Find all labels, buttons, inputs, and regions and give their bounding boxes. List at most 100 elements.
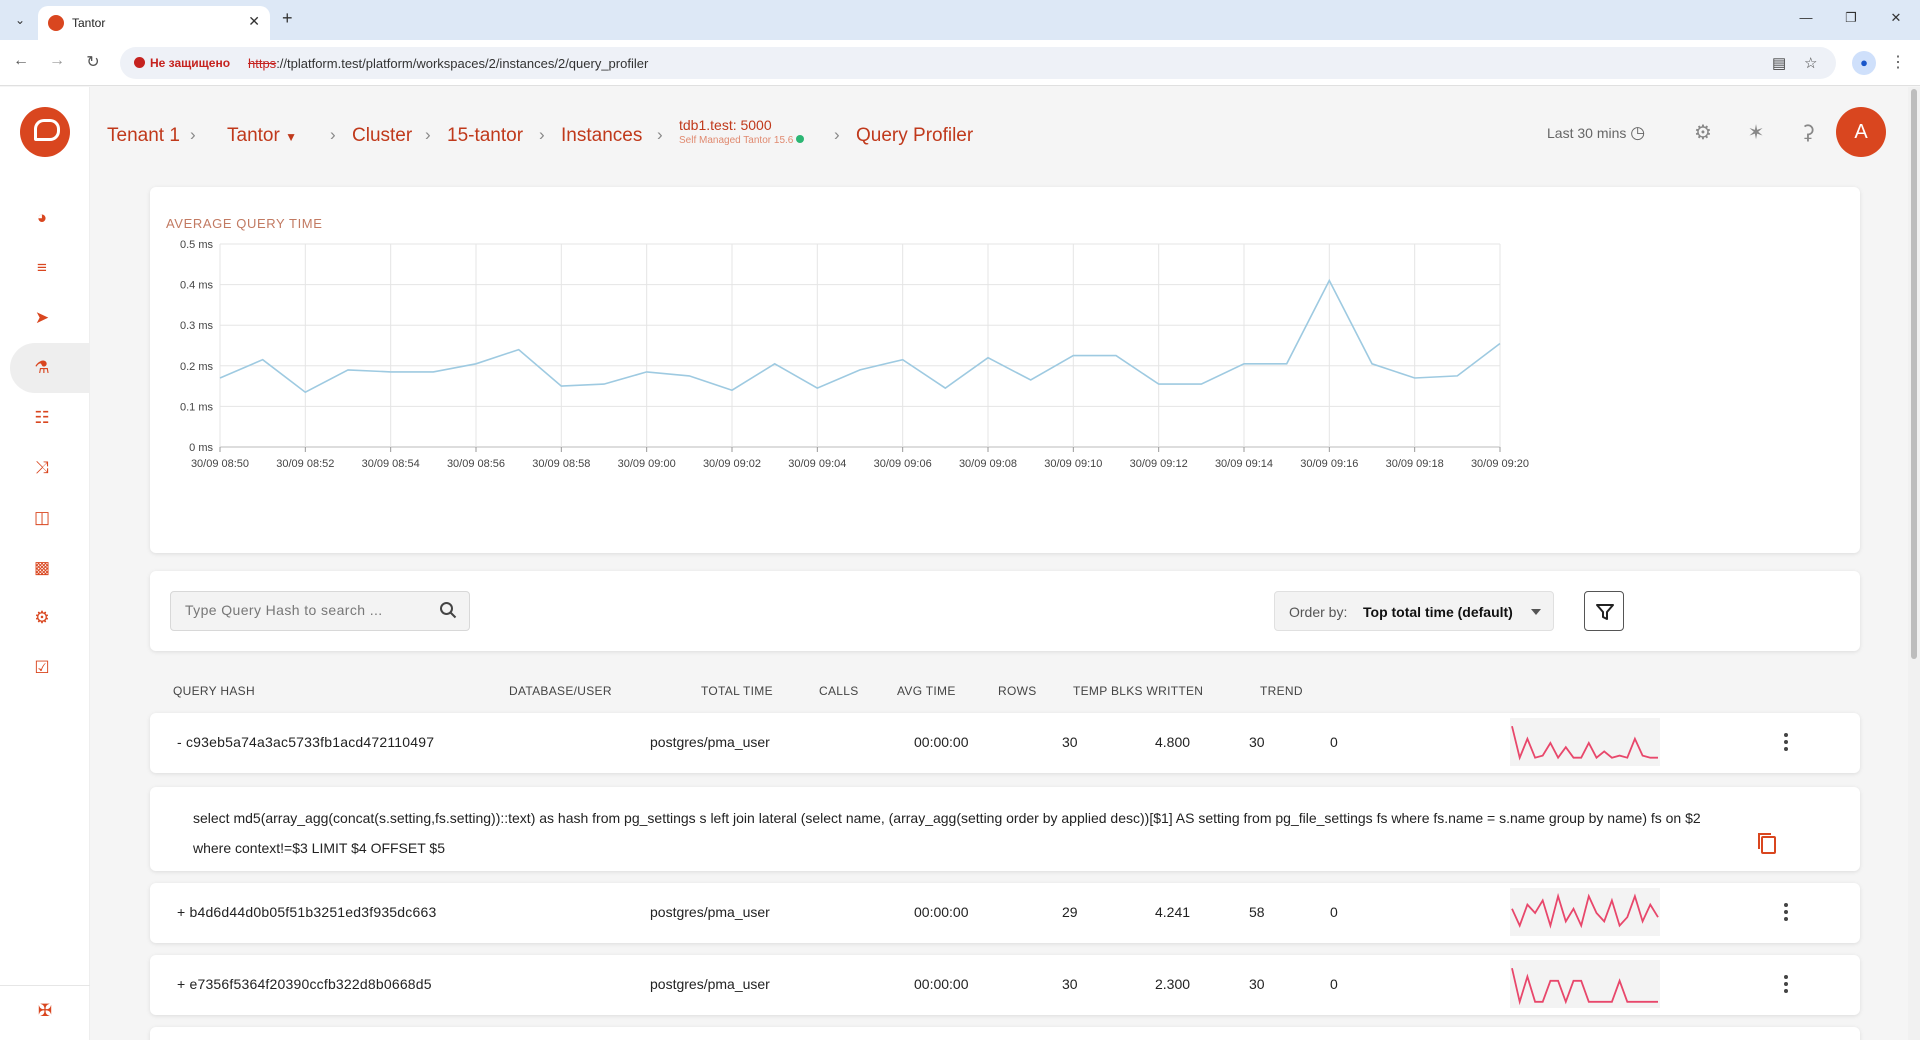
column-header[interactable]: QUERY HASH <box>173 684 255 698</box>
x-tick-label: 30/09 09:04 <box>788 458 846 470</box>
x-tick-label: 30/09 09:16 <box>1300 458 1358 470</box>
breadcrumb-product[interactable]: Tantor ▼ <box>227 125 297 147</box>
tab-title: Tantor <box>72 16 106 30</box>
trend-sparkline <box>1510 888 1660 936</box>
x-tick-label: 30/09 09:06 <box>874 458 932 470</box>
x-tick-label: 30/09 08:52 <box>276 458 334 470</box>
x-tick-label: 30/09 09:08 <box>959 458 1017 470</box>
column-header[interactable]: AVG TIME <box>897 684 956 698</box>
column-header[interactable]: DATABASE/USER <box>509 684 612 698</box>
network-icon[interactable]: ✶ <box>1743 120 1769 145</box>
table-row[interactable]: + e7356f5364f20390ccfb322d8b0668d5 postg… <box>150 955 1860 1015</box>
y-tick-label: 0 ms <box>189 442 213 454</box>
breadcrumb-tenant[interactable]: Tenant 1 <box>107 125 180 147</box>
translate-icon[interactable]: ▤ <box>1772 54 1786 72</box>
bookmark-star-icon[interactable]: ☆ <box>1804 54 1817 72</box>
settings-icon[interactable]: ⚙ <box>1690 120 1716 145</box>
sidebar-divider <box>0 985 90 986</box>
row-more-icon[interactable] <box>1780 731 1792 755</box>
browser-address-bar: ← → ↻ Не защищено https://tplatform.test… <box>0 40 1920 86</box>
column-header[interactable]: TOTAL TIME <box>701 684 773 698</box>
close-tab-icon[interactable]: ✕ <box>248 13 260 30</box>
url-scheme: https <box>248 56 277 71</box>
folders-icon[interactable]: ◫ <box>30 506 54 530</box>
telescope-icon[interactable]: ➤ <box>30 306 54 330</box>
checklist-icon[interactable]: ☑ <box>30 656 54 680</box>
calls-cell: 30 <box>1062 976 1078 992</box>
shuffle-icon[interactable]: ⤨ <box>30 456 54 480</box>
order-by-value: Top total time (default) <box>1363 604 1513 620</box>
filter-icon <box>1596 604 1614 620</box>
database-user-cell: postgres/pma_user <box>650 976 770 992</box>
table-row[interactable]: + b4d6d44d0b05f51b3251ed3f935dc663 postg… <box>150 883 1860 943</box>
dashboard-gauge-icon[interactable]: ◕ <box>30 206 54 230</box>
url-text[interactable]: https://tplatform.test/platform/workspac… <box>248 56 648 71</box>
expanded-query-panel: select md5(array_agg(concat(s.setting,fs… <box>150 787 1860 871</box>
forward-icon[interactable]: → <box>46 52 68 70</box>
insecure-badge[interactable]: Не защищено <box>134 56 230 70</box>
query-hash-cell[interactable]: + e7356f5364f20390ccfb322d8b0668d5 <box>177 976 432 992</box>
browser-menu-icon[interactable]: ⋮ <box>1890 52 1906 72</box>
column-header[interactable]: ROWS <box>998 684 1037 698</box>
browser-tab[interactable]: Tantor ✕ <box>38 6 270 40</box>
url-omnibox[interactable]: Не защищено https://tplatform.test/platf… <box>120 47 1836 79</box>
column-header[interactable]: TEMP BLKS WRITTEN <box>1073 684 1203 698</box>
row-more-icon[interactable] <box>1780 973 1792 997</box>
row-more-icon[interactable] <box>1780 901 1792 925</box>
browser-profile-icon[interactable]: ● <box>1852 51 1876 75</box>
pin-icon[interactable]: ✠ <box>33 999 57 1023</box>
x-tick-label: 30/09 09:10 <box>1044 458 1102 470</box>
breadcrumb-instances[interactable]: Instances <box>561 125 642 147</box>
back-icon[interactable]: ← <box>10 52 32 70</box>
avg-time-cell: 4.800 <box>1155 734 1191 750</box>
table-row[interactable]: - c93eb5a74a3ac5733fb1acd472110497 postg… <box>150 713 1860 773</box>
filter-button[interactable] <box>1584 591 1624 631</box>
user-avatar[interactable]: A <box>1836 107 1886 157</box>
reload-icon[interactable]: ↻ <box>82 52 104 72</box>
instance-subtitle: Self Managed Tantor 15.6 <box>679 135 805 146</box>
trend-sparkline-line <box>1511 725 1658 761</box>
breadcrumb-cluster-name[interactable]: 15-tantor <box>447 125 523 147</box>
bar-chart-icon[interactable]: ▩ <box>30 556 54 580</box>
instance-name: tdb1.test: 5000 <box>679 117 772 133</box>
copy-icon[interactable] <box>1756 831 1778 855</box>
restore-icon[interactable]: ❐ <box>1841 10 1861 26</box>
temp-blks-written-cell: 0 <box>1330 976 1338 992</box>
query-hash-search-input[interactable] <box>185 602 425 618</box>
breadcrumb-cluster[interactable]: Cluster <box>352 125 412 147</box>
column-header[interactable]: TREND <box>1260 684 1303 698</box>
tab-search-chevron-icon[interactable]: ⌄ <box>8 8 32 32</box>
sliders-icon[interactable]: ≡ <box>30 256 54 280</box>
x-tick-label: 30/09 08:54 <box>362 458 420 470</box>
new-tab-icon[interactable]: + <box>282 8 293 29</box>
search-icon[interactable] <box>439 601 457 619</box>
table-row[interactable] <box>150 1027 1860 1040</box>
temp-blks-written-cell: 0 <box>1330 904 1338 920</box>
query-hash-cell[interactable]: + b4d6d44d0b05f51b3251ed3f935dc663 <box>177 904 436 920</box>
order-by-select[interactable]: Order by: Top total time (default) <box>1274 591 1554 631</box>
query-hash-cell[interactable]: - c93eb5a74a3ac5733fb1acd472110497 <box>177 734 434 750</box>
tantor-logo[interactable] <box>20 107 70 157</box>
settings-gear-icon[interactable]: ⚙ <box>30 606 54 630</box>
chevron-right-icon: › <box>657 125 663 144</box>
breadcrumb-instance[interactable]: tdb1.test: 5000 Self Managed Tantor 15.6 <box>679 117 805 146</box>
caret-down-icon: ▼ <box>285 130 297 144</box>
y-tick-label: 0.4 ms <box>180 280 214 292</box>
chevron-right-icon: › <box>330 125 336 144</box>
window-close-icon[interactable]: ✕ <box>1886 10 1906 26</box>
main-content: Tenant 1 › Tantor ▼ › Cluster › 15-tanto… <box>90 87 1920 1040</box>
minimize-icon[interactable]: — <box>1796 10 1816 25</box>
scrollbar-thumb[interactable] <box>1911 89 1917 659</box>
servers-icon[interactable]: ☷ <box>30 406 54 430</box>
x-tick-label: 30/09 08:50 <box>191 458 249 470</box>
notification-bell-icon[interactable]: ⚳ <box>1795 120 1821 145</box>
column-header[interactable]: CALLS <box>819 684 859 698</box>
x-tick-label: 30/09 09:18 <box>1386 458 1444 470</box>
microscope-icon[interactable]: ⚗ <box>30 356 54 380</box>
temp-blks-written-cell: 0 <box>1330 734 1338 750</box>
page-scrollbar[interactable] <box>1908 87 1920 1040</box>
y-tick-label: 0.3 ms <box>180 320 214 332</box>
tantor-favicon-icon <box>48 15 64 31</box>
time-range-selector[interactable]: Last 30 mins ◷ <box>1547 123 1645 143</box>
table-header: QUERY HASH DATABASE/USER TOTAL TIME CALL… <box>150 684 1860 708</box>
